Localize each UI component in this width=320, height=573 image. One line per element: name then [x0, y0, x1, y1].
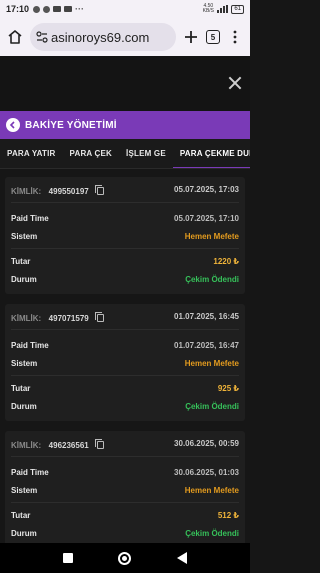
status-label: Durum [11, 401, 37, 411]
notification-icon [33, 5, 41, 13]
withdrawal-list: KİMLİK: 499550197 05.07.2025, 17:03 Paid… [0, 169, 250, 543]
tab-withdraw[interactable]: PARA ÇEK [63, 139, 120, 168]
tab-switcher-button[interactable]: 5 [202, 26, 224, 48]
status-row: Durum Çekim Ödendi [11, 524, 239, 542]
modal-top [0, 56, 250, 111]
paid-time-value: 01.07.2025, 16:47 [174, 340, 239, 350]
id-label: KİMLİK: [11, 186, 42, 196]
paid-time-label: Paid Time [11, 340, 49, 350]
id-value: 497071579 [48, 313, 89, 323]
paid-time-row: Paid Time 05.07.2025, 17:10 [11, 209, 239, 227]
back-nav-button[interactable] [177, 552, 188, 564]
paid-time-row: Paid Time 30.06.2025, 01:03 [11, 463, 239, 481]
status-bar: 17:10 ··· 4.50 KB/S 61 [0, 0, 250, 18]
id-label: KİMLİK: [11, 440, 42, 450]
notification-icon [43, 5, 51, 13]
withdrawal-card: KİMLİK: 496236561 30.06.2025, 00:59 Paid… [5, 431, 245, 543]
more-vert-icon [233, 30, 237, 44]
system-label: Sistem [11, 358, 38, 368]
request-date: 30.06.2025, 00:59 [174, 439, 239, 448]
id-value: 496236561 [48, 440, 89, 450]
paid-time-label: Paid Time [11, 467, 49, 477]
paid-time-value: 30.06.2025, 01:03 [174, 467, 239, 477]
tab-withdraw-status[interactable]: PARA ÇEKME DURUMU [172, 139, 250, 168]
system-nav-bar [0, 543, 250, 573]
paid-time-label: Paid Time [11, 213, 49, 223]
copy-icon[interactable] [95, 311, 105, 322]
amount-value: 512 ₺ [217, 510, 239, 520]
copy-icon[interactable] [95, 438, 105, 449]
url-text: asinoroys69.com [51, 29, 150, 45]
amount-label: Tutar [11, 510, 31, 520]
tab-deposit[interactable]: PARA YATIR [0, 139, 63, 168]
close-icon[interactable] [228, 76, 242, 90]
notification-icon [64, 6, 73, 12]
paid-time-value: 05.07.2025, 17:10 [174, 213, 239, 223]
browser-toolbar: asinoroys69.com 5 [0, 18, 250, 56]
system-row: Sistem Hemen Mefete [11, 354, 239, 372]
panel-title: BAKİYE YÖNETİMİ [25, 119, 117, 131]
status-value: Çekim Ödendi [185, 528, 239, 538]
address-bar[interactable]: asinoroys69.com [30, 23, 176, 51]
network-speed: 4.50 KB/S [202, 3, 215, 14]
request-date: 05.07.2025, 17:03 [174, 185, 239, 194]
battery-icon: 61 [231, 4, 244, 14]
amount-label: Tutar [11, 383, 31, 393]
notification-icon [53, 6, 62, 12]
system-label: Sistem [11, 485, 38, 495]
status-time: 17:10 [6, 4, 30, 14]
paid-time-row: Paid Time 01.07.2025, 16:47 [11, 336, 239, 354]
system-row: Sistem Hemen Mefete [11, 481, 239, 499]
amount-label: Tutar [11, 256, 31, 266]
amount-row: Tutar 925 ₺ [11, 379, 239, 397]
system-value: Hemen Mefete [184, 485, 239, 495]
browser-menu-button[interactable] [224, 26, 246, 48]
amount-value: 1220 ₺ [213, 256, 239, 266]
home-button[interactable] [4, 26, 26, 48]
back-button[interactable] [6, 118, 20, 132]
id-label: KİMLİK: [11, 313, 42, 323]
home-nav-button[interactable] [118, 551, 132, 565]
amount-row: Tutar 512 ₺ [11, 506, 239, 524]
recents-button[interactable] [62, 553, 73, 563]
tab-bar: PARA YATIR PARA ÇEK İŞLEM GE PARA ÇEKME … [0, 139, 250, 169]
status-label: Durum [11, 528, 37, 538]
system-value: Hemen Mefete [184, 231, 239, 241]
status-label: Durum [11, 274, 37, 284]
status-row: Durum Çekim Ödendi [11, 397, 239, 415]
page-content: BAKİYE YÖNETİMİ PARA YATIR PARA ÇEK İŞLE… [0, 56, 250, 543]
plus-icon [185, 31, 197, 43]
withdrawal-card: KİMLİK: 497071579 01.07.2025, 16:45 Paid… [5, 304, 245, 421]
system-value: Hemen Mefete [184, 358, 239, 368]
id-value: 499550197 [48, 186, 89, 196]
withdrawal-card: KİMLİK: 499550197 05.07.2025, 17:03 Paid… [5, 177, 245, 294]
copy-icon[interactable] [95, 184, 105, 195]
status-value: Çekim Ödendi [185, 401, 239, 411]
tab-count: 5 [206, 30, 220, 44]
tab-transactions[interactable]: İŞLEM GE [119, 139, 173, 168]
panel-header: BAKİYE YÖNETİMİ [0, 111, 250, 139]
status-row: Durum Çekim Ödendi [11, 270, 239, 288]
home-icon [8, 30, 22, 44]
system-row: Sistem Hemen Mefete [11, 227, 239, 245]
chevron-left-icon [9, 121, 15, 129]
signal-icon [217, 5, 229, 13]
status-value: Çekim Ödendi [185, 274, 239, 284]
site-settings-icon[interactable] [36, 31, 48, 43]
request-date: 01.07.2025, 16:45 [174, 312, 239, 321]
amount-value: 925 ₺ [217, 383, 239, 393]
new-tab-button[interactable] [180, 26, 202, 48]
amount-row: Tutar 1220 ₺ [11, 252, 239, 270]
system-label: Sistem [11, 231, 38, 241]
